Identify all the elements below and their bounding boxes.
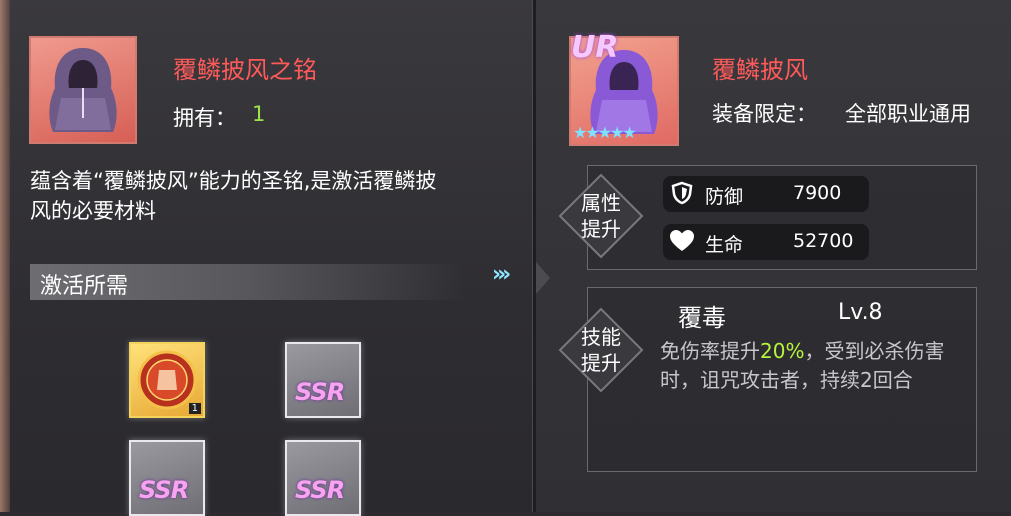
skill-desc-prefix: 免伤率提升 xyxy=(660,339,760,363)
attribute-label-line1: 属性 xyxy=(581,191,621,215)
rarity-badge: UR xyxy=(571,30,619,65)
ssr-label: SSR xyxy=(295,378,345,406)
requirement-slot-ssr[interactable]: SSR xyxy=(129,440,205,516)
star-rating-icon: ★★★★★ xyxy=(573,123,637,142)
stat-hp: 生命 52700 xyxy=(663,224,869,260)
panel-notch xyxy=(536,262,550,294)
background-edge xyxy=(0,0,10,512)
stat-label: 生命 xyxy=(705,234,744,256)
hooded-cloak-icon xyxy=(49,48,117,132)
equipment-name: 覆鳞披风 xyxy=(712,56,808,84)
ssr-label: SSR xyxy=(139,476,189,504)
shield-icon xyxy=(669,181,695,207)
restriction-label: 装备限定： xyxy=(712,102,817,126)
requirements-label: 激活所需 xyxy=(40,274,129,299)
stat-label: 防御 xyxy=(705,186,744,208)
skill-level: Lv.8 xyxy=(838,300,883,325)
slot-count: 1 xyxy=(188,403,201,414)
own-count: 1 xyxy=(252,102,266,126)
arrow-right-icon: ››› xyxy=(492,262,511,287)
skill-label-line1: 技能 xyxy=(581,325,621,349)
heart-icon xyxy=(669,229,695,255)
material-name: 覆鳞披风之铭 xyxy=(173,56,317,84)
requirement-slot-emblem[interactable]: 1 xyxy=(129,342,205,418)
stat-value: 52700 xyxy=(793,230,854,252)
own-label: 拥有： xyxy=(173,106,236,130)
skill-label-line2: 提升 xyxy=(581,351,621,375)
material-description: 蕴含着“覆鳞披风”能力的圣铭,是激活覆鳞披风的必要材料 xyxy=(30,169,437,223)
restriction-value: 全部职业通用 xyxy=(845,102,971,126)
requirement-slot-ssr[interactable]: SSR xyxy=(285,440,361,516)
skill-desc-highlight: 20% xyxy=(760,339,805,363)
equipment-icon[interactable]: UR ★★★★★ xyxy=(569,30,679,146)
skill-name: 覆毒 xyxy=(678,304,726,332)
skill-section-label: 技能 提升 xyxy=(566,324,636,376)
requirement-slot-ssr[interactable]: SSR xyxy=(285,342,361,418)
ssr-label: SSR xyxy=(295,476,345,504)
skill-description: 免伤率提升20%，受到必杀伤害时，诅咒攻击者，持续2回合 xyxy=(660,337,970,395)
stat-defense: 防御 7900 xyxy=(663,176,869,212)
material-icon[interactable] xyxy=(29,36,137,144)
attribute-section-label: 属性 提升 xyxy=(566,190,636,242)
stat-value: 7900 xyxy=(793,182,842,204)
attribute-label-line2: 提升 xyxy=(581,217,621,241)
